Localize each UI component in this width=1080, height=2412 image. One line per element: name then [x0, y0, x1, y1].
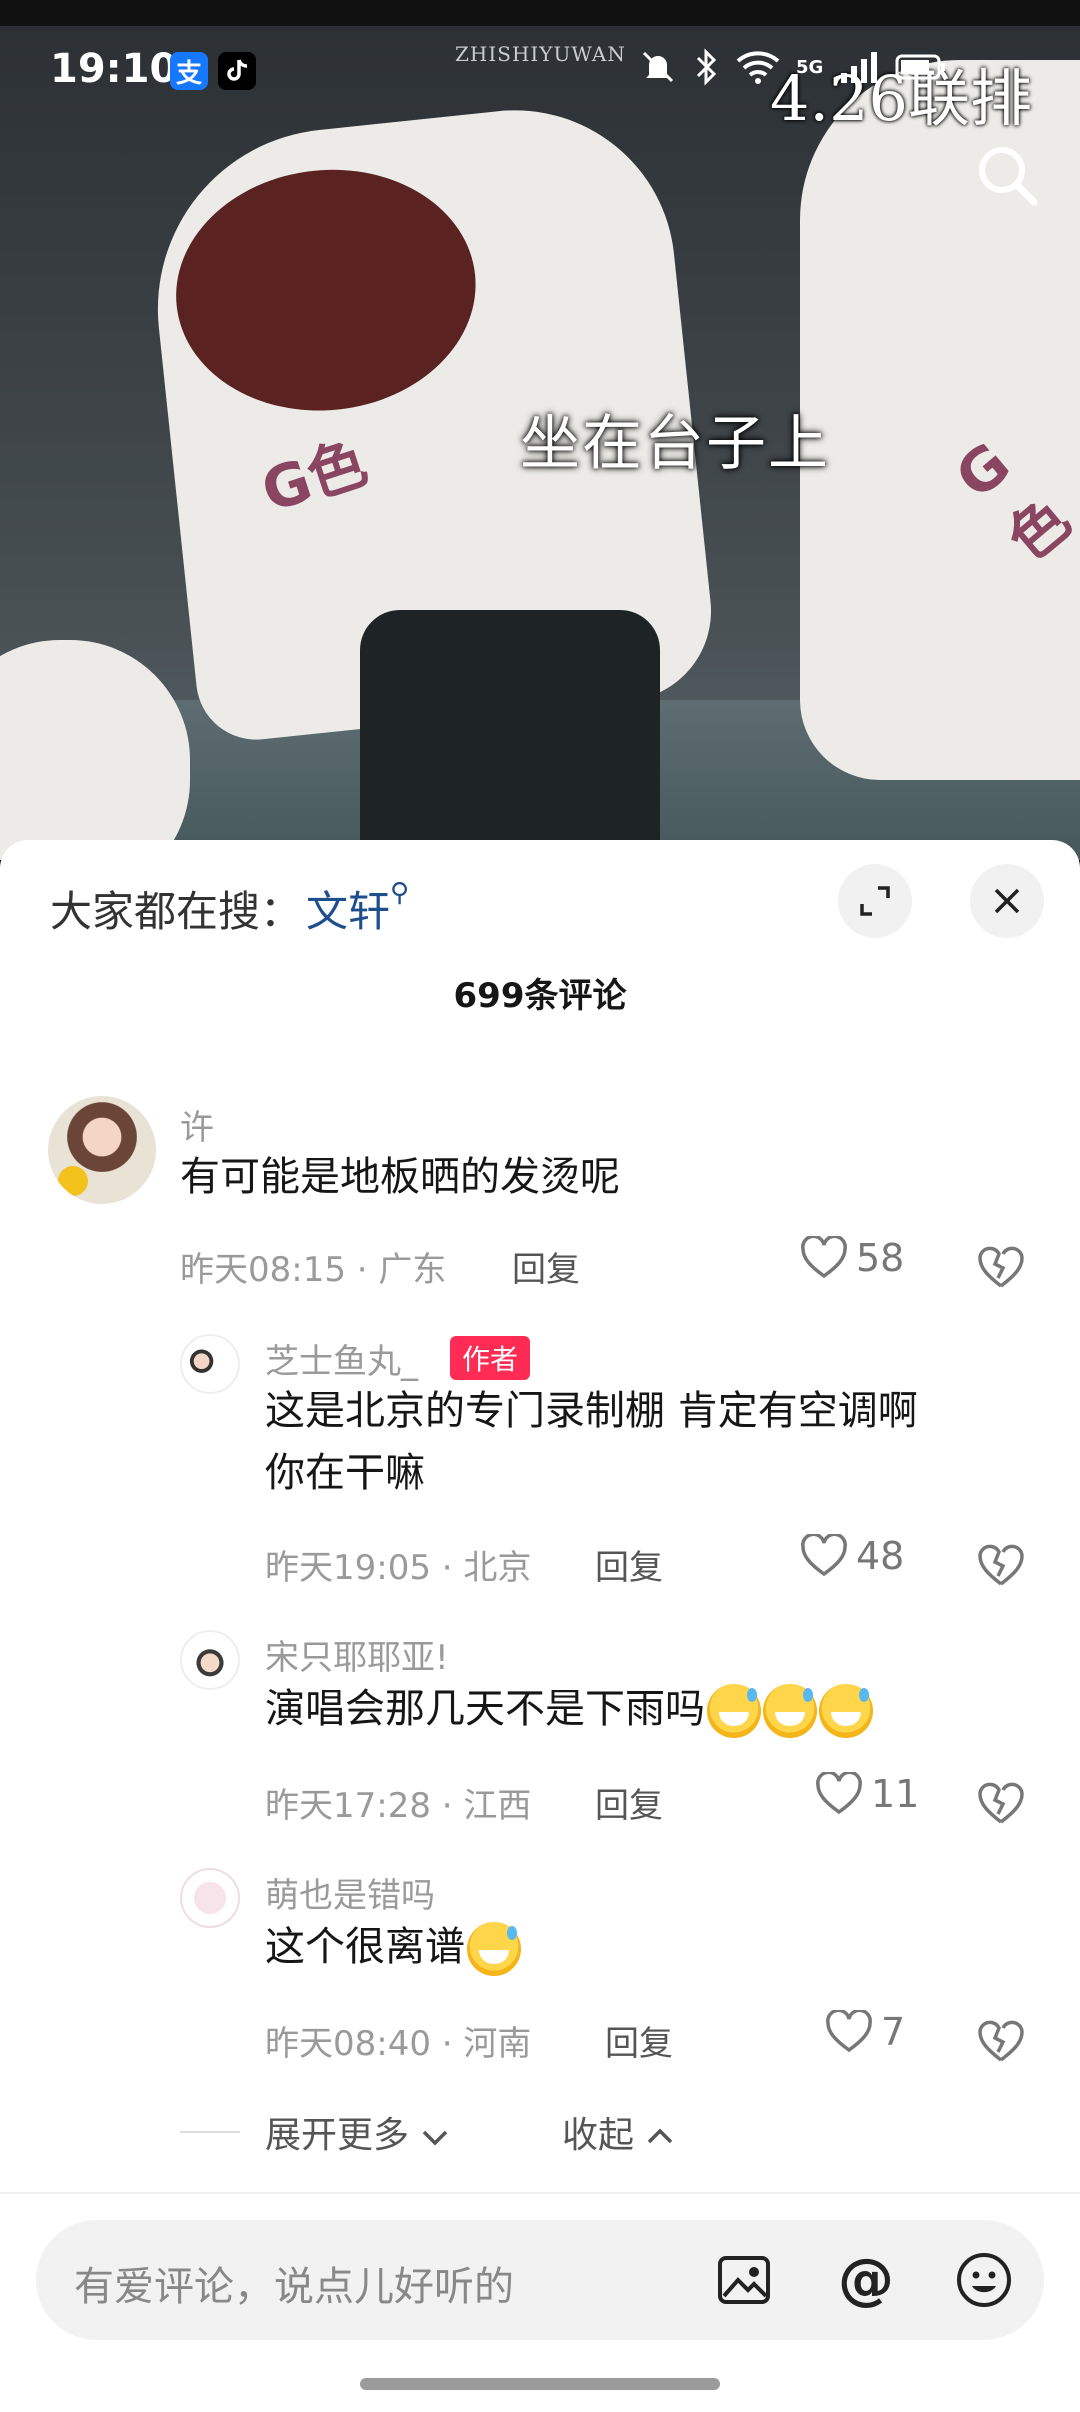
- sweat-smile-emoji-icon: [707, 1684, 761, 1738]
- top-band: [0, 0, 1080, 26]
- sweat-smile-emoji-icon: [819, 1684, 873, 1738]
- watermark: ZHISHIYUWAN: [455, 42, 626, 66]
- alipay-icon: 支: [170, 52, 208, 90]
- search-suggestion[interactable]: 大家都在搜：文轩⚲: [50, 878, 409, 939]
- search-hint-term[interactable]: 文轩: [306, 887, 390, 936]
- status-time: 19:10: [50, 46, 178, 92]
- battery-icon: [895, 54, 946, 80]
- close-button[interactable]: [970, 864, 1044, 938]
- reply-time-location: 昨天08:40 · 河南: [265, 2024, 532, 2064]
- comment-sheet: 大家都在搜：文轩⚲ 699条评论 许 有可能是地板晒的发烫呢 昨天08:15 ·…: [0, 840, 1080, 2412]
- reply-button[interactable]: 回复: [595, 1778, 663, 1827]
- close-icon: [994, 888, 1020, 914]
- dislike-icon[interactable]: [975, 1776, 1027, 1828]
- status-icons: 5G: [640, 48, 947, 86]
- reply-time-location: 昨天17:28 · 江西: [265, 1786, 532, 1826]
- mention-icon[interactable]: @: [836, 2250, 896, 2310]
- comment-input-placeholder: 有爱评论，说点儿好听的: [74, 2264, 514, 2310]
- like-button[interactable]: 48: [800, 1534, 904, 1578]
- like-button[interactable]: 58: [800, 1236, 904, 1280]
- thread-divider: [180, 2131, 240, 2133]
- comment-time-location: 昨天08:15 · 广东: [180, 1250, 447, 1290]
- tiktok-icon: [218, 52, 256, 90]
- reply-username[interactable]: 芝士鱼丸_: [265, 1334, 418, 1383]
- reply-button[interactable]: 回复: [595, 1540, 663, 1589]
- heart-icon: [826, 2010, 872, 2053]
- like-count: 11: [871, 1772, 920, 1816]
- dislike-icon[interactable]: [975, 1240, 1027, 1292]
- dislike-icon[interactable]: [975, 2014, 1027, 2066]
- comment-username[interactable]: 许: [180, 1100, 214, 1149]
- reply-text[interactable]: 这个很离谱: [265, 1916, 521, 1978]
- reply-text-line2[interactable]: 你在干嘛: [265, 1442, 425, 1504]
- reply-time-location: 昨天19:05 · 北京: [265, 1548, 532, 1588]
- wifi-icon: [736, 51, 780, 84]
- reply-text[interactable]: 这是北京的专门录制棚 肯定有空调啊: [265, 1380, 918, 1442]
- like-count: 48: [856, 1534, 905, 1578]
- comment-count: 699条评论: [453, 976, 627, 1016]
- person-legs: [360, 610, 660, 860]
- dislike-icon[interactable]: [975, 1538, 1027, 1590]
- mute-bell-icon: [642, 51, 674, 83]
- heart-icon: [816, 1772, 862, 1815]
- like-count: 58: [856, 1236, 905, 1280]
- comment-input[interactable]: 有爱评论，说点儿好听的 @: [36, 2220, 1044, 2340]
- video-caption: 坐在台子上: [520, 409, 830, 479]
- chevron-up-icon: [648, 2128, 673, 2144]
- search-icon[interactable]: [972, 140, 1042, 210]
- small-search-icon: ⚲: [390, 878, 410, 908]
- heart-icon: [801, 1534, 847, 1577]
- avatar[interactable]: [180, 1868, 240, 1928]
- reply-text-content: 演唱会那几天不是下雨吗: [265, 1686, 705, 1732]
- collapse-button[interactable]: 收起: [562, 2106, 675, 2158]
- like-button[interactable]: 7: [825, 2010, 905, 2054]
- video-player[interactable]: G色 G色 坐在台子上 ZHISHIYUWAN 4.26联排 19:10 支 5…: [0, 0, 1080, 860]
- expand-icon: [860, 886, 890, 916]
- person-left: [0, 640, 190, 860]
- heart-icon: [801, 1236, 847, 1279]
- author-tag: 作者: [450, 1336, 531, 1380]
- avatar[interactable]: [48, 1096, 156, 1204]
- expand-sheet-button[interactable]: [838, 864, 912, 938]
- chevron-down-icon: [423, 2130, 448, 2146]
- avatar[interactable]: [180, 1630, 240, 1690]
- image-icon[interactable]: [714, 2250, 774, 2310]
- expand-more-label: 展开更多: [265, 2115, 410, 2156]
- like-button[interactable]: 11: [815, 1772, 919, 1816]
- person-hair: [164, 155, 488, 426]
- expand-more-button[interactable]: 展开更多: [265, 2106, 450, 2158]
- like-count: 7: [881, 2010, 906, 2054]
- bluetooth-icon: [696, 48, 717, 86]
- reply-button[interactable]: 回复: [605, 2016, 673, 2065]
- signal-icon: [841, 52, 878, 83]
- reply-button[interactable]: 回复: [512, 1242, 580, 1291]
- divider: [0, 2192, 1080, 2194]
- reply-text-content: 这个很离谱: [265, 1924, 465, 1970]
- reply-username[interactable]: 萌也是错吗: [265, 1868, 435, 1917]
- network-label: 5G: [796, 56, 824, 78]
- laugh-cry-emoji-icon: [467, 1922, 521, 1976]
- collapse-label: 收起: [562, 2115, 635, 2156]
- reply-text[interactable]: 演唱会那几天不是下雨吗: [265, 1678, 873, 1740]
- sweat-smile-emoji-icon: [763, 1684, 817, 1738]
- comment-text[interactable]: 有可能是地板晒的发烫呢: [180, 1146, 620, 1208]
- search-hint-label: 大家都在搜：: [50, 887, 303, 936]
- screen: G色 G色 坐在台子上 ZHISHIYUWAN 4.26联排 19:10 支 5…: [0, 0, 1080, 2412]
- emoji-icon[interactable]: [954, 2250, 1014, 2310]
- reply-username[interactable]: 宋只耶耶亚!: [265, 1630, 449, 1679]
- avatar[interactable]: [180, 1334, 240, 1394]
- home-indicator[interactable]: [360, 2378, 720, 2390]
